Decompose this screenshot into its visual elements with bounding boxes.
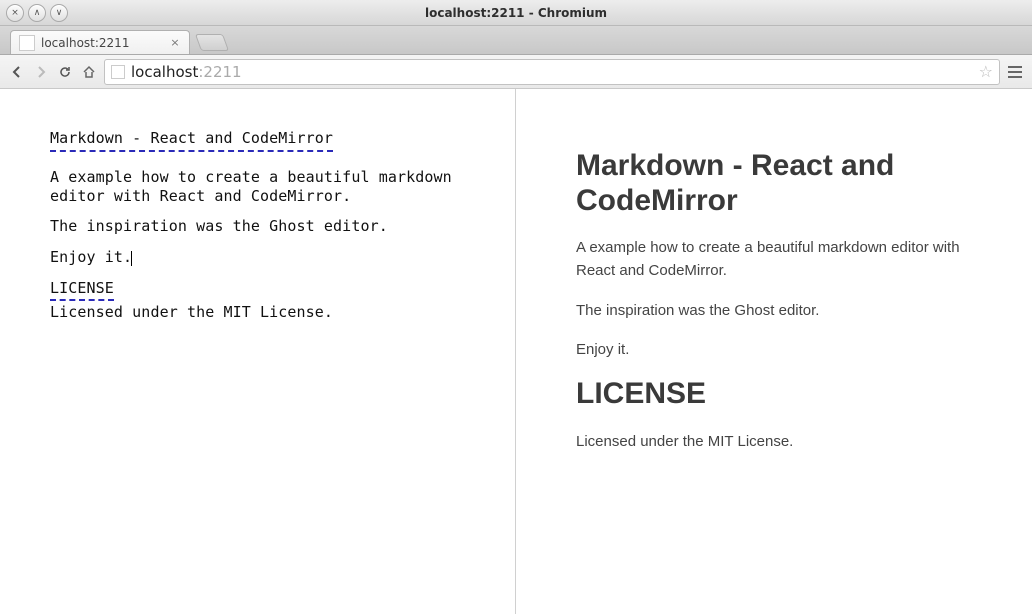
- preview-h1: Markdown - React and CodeMirror: [576, 149, 992, 218]
- editor-p1: A example how to create a beautiful mark…: [50, 168, 461, 205]
- tab-close-icon[interactable]: ×: [169, 37, 181, 49]
- tabstrip: localhost:2211 ×: [0, 26, 1032, 55]
- editor-h1: Markdown - React and CodeMirror: [50, 129, 333, 152]
- url-host: localhost: [131, 63, 198, 81]
- browser-tab[interactable]: localhost:2211 ×: [10, 30, 190, 54]
- reload-button[interactable]: [56, 63, 74, 81]
- page-content: Markdown - React and CodeMirror A exampl…: [0, 89, 1032, 614]
- chrome-menu-button[interactable]: [1006, 66, 1024, 78]
- editor-p2: The inspiration was the Ghost editor.: [50, 217, 388, 235]
- window-minimize-button[interactable]: ∧: [28, 4, 46, 22]
- text-cursor: [131, 251, 132, 266]
- markdown-editor-pane[interactable]: Markdown - React and CodeMirror A exampl…: [0, 89, 516, 614]
- window-maximize-button[interactable]: ∨: [50, 4, 68, 22]
- markdown-preview-pane: Markdown - React and CodeMirror A exampl…: [516, 89, 1032, 614]
- address-bar[interactable]: localhost:2211 ☆: [104, 59, 1000, 85]
- browser-toolbar: localhost:2211 ☆: [0, 55, 1032, 89]
- window-title: localhost:2211 - Chromium: [72, 6, 960, 20]
- preview-p3: Enjoy it.: [576, 338, 992, 361]
- bookmark-star-icon[interactable]: ☆: [979, 62, 993, 81]
- page-icon: [111, 65, 125, 79]
- back-button[interactable]: [8, 63, 26, 81]
- forward-button[interactable]: [32, 63, 50, 81]
- editor-h2: LICENSE: [50, 279, 114, 301]
- preview-p4: Licensed under the MIT License.: [576, 430, 992, 453]
- preview-p1: A example how to create a beautiful mark…: [576, 236, 992, 283]
- window-close-button[interactable]: ×: [6, 4, 24, 22]
- editor-p3: Enjoy it.: [50, 248, 132, 266]
- tab-label: localhost:2211: [41, 36, 129, 50]
- editor-p4: Licensed under the MIT License.: [50, 303, 333, 321]
- preview-h2: LICENSE: [576, 377, 992, 412]
- url-port: :2211: [198, 63, 241, 81]
- window-titlebar: × ∧ ∨ localhost:2211 - Chromium: [0, 0, 1032, 26]
- home-button[interactable]: [80, 63, 98, 81]
- new-tab-button[interactable]: [195, 34, 229, 51]
- preview-p2: The inspiration was the Ghost editor.: [576, 299, 992, 322]
